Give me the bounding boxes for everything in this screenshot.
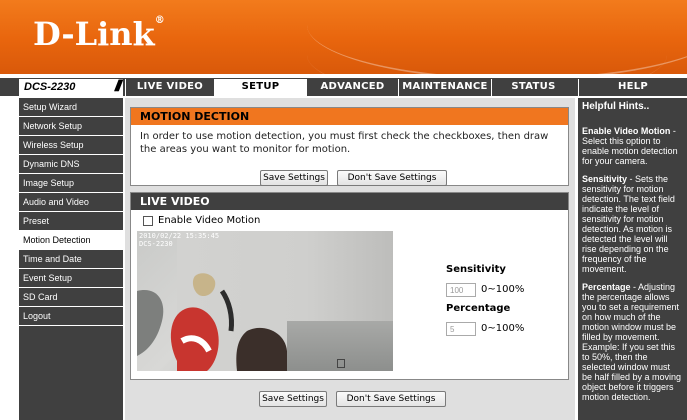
live-video-feed[interactable]: 2010/02/22 15:35:45 DCS-2230 — [137, 231, 393, 371]
sidebar-item-wireless-setup[interactable]: Wireless Setup — [19, 136, 123, 155]
sidebar-item-logout[interactable]: Logout — [19, 307, 123, 326]
sidebar-item-sd-card[interactable]: SD Card — [19, 288, 123, 307]
percentage-field[interactable]: 5 — [446, 322, 476, 336]
help-text: - Adjusting the percentage allows you to… — [582, 282, 682, 402]
tab-live-video[interactable]: LIVE VIDEO — [125, 79, 214, 96]
help-panel: Helpful Hints.. Enable Video Motion - Se… — [578, 98, 687, 420]
help-text: - Sets the sensitivity for motion detect… — [582, 174, 675, 274]
sidebar-item-audio-video[interactable]: Audio and Video — [19, 193, 123, 212]
sensitivity-label: Sensitivity — [446, 264, 506, 275]
help-term: Sensitivity — [582, 174, 628, 184]
dlink-logo: D-Link® — [33, 15, 165, 53]
motion-detection-panel: MOTION DECTION In order to use motion de… — [130, 107, 569, 186]
header-banner: D-Link® — [0, 0, 687, 74]
sensitivity-range: 0~100% — [481, 284, 525, 295]
tab-advanced[interactable]: ADVANCED — [306, 79, 398, 96]
sidebar-item-dynamic-dns[interactable]: Dynamic DNS — [19, 155, 123, 174]
percentage-range: 0~100% — [481, 323, 525, 334]
bottom-dont-save-settings-button[interactable]: Don't Save Settings — [336, 391, 446, 407]
help-term: Percentage — [582, 282, 631, 292]
help-sensitivity: Sensitivity - Sets the sensitivity for m… — [582, 174, 682, 274]
percentage-label: Percentage — [446, 303, 511, 314]
motion-window-marker — [337, 359, 345, 368]
model-name: DCS-2230 — [24, 81, 76, 93]
help-term: Enable Video Motion — [582, 126, 671, 136]
model-label: DCS-2230 /// — [19, 78, 123, 96]
sidebar-item-motion-detection[interactable]: Motion Detection — [19, 231, 123, 250]
video-timestamp-model: DCS-2230 — [139, 240, 173, 248]
sidebar-item-image-setup[interactable]: Image Setup — [19, 174, 123, 193]
top-nav: DCS-2230 /// LIVE VIDEO SETUP ADVANCED M… — [0, 77, 687, 96]
help-enable-video-motion: Enable Video Motion - Select this option… — [582, 126, 682, 166]
video-timestamp-date: 2010/02/22 15:35:45 — [139, 232, 220, 240]
sidebar-item-network-setup[interactable]: Network Setup — [19, 117, 123, 136]
bottom-save-settings-button[interactable]: Save Settings — [259, 391, 327, 407]
video-timestamp: 2010/02/22 15:35:45 DCS-2230 — [139, 232, 219, 248]
tab-setup[interactable]: SETUP — [214, 79, 306, 96]
sidebar-item-time-date[interactable]: Time and Date — [19, 250, 123, 269]
help-percentage: Percentage - Adjusting the percentage al… — [582, 282, 682, 402]
tab-help[interactable]: HELP — [578, 79, 687, 96]
sidebar-item-preset[interactable]: Preset — [19, 212, 123, 231]
sensitivity-field[interactable]: 100 — [446, 283, 476, 297]
model-slashes: /// — [114, 78, 123, 95]
tab-maintenance[interactable]: MAINTENANCE — [398, 79, 491, 96]
panel-title-live-video: LIVE VIDEO — [131, 193, 568, 210]
save-settings-button[interactable]: Save Settings — [260, 170, 328, 186]
sidebar-item-setup-wizard[interactable]: Setup Wizard — [19, 98, 123, 117]
enable-video-motion-label: Enable Video Motion — [158, 215, 261, 226]
panel-title-motion: MOTION DECTION — [131, 108, 568, 125]
dont-save-settings-button[interactable]: Don't Save Settings — [337, 170, 447, 186]
sidebar-item-event-setup[interactable]: Event Setup — [19, 269, 123, 288]
enable-video-motion-checkbox[interactable] — [143, 216, 153, 226]
motion-description: In order to use motion detection, you mu… — [140, 131, 549, 155]
tab-status[interactable]: STATUS — [491, 79, 575, 96]
sidebar: Setup Wizard Network Setup Wireless Setu… — [19, 98, 123, 420]
video-scene — [137, 273, 287, 371]
help-title: Helpful Hints.. — [582, 101, 650, 112]
logo-text: D-Link — [33, 15, 155, 53]
logo-mark: ® — [154, 15, 165, 26]
